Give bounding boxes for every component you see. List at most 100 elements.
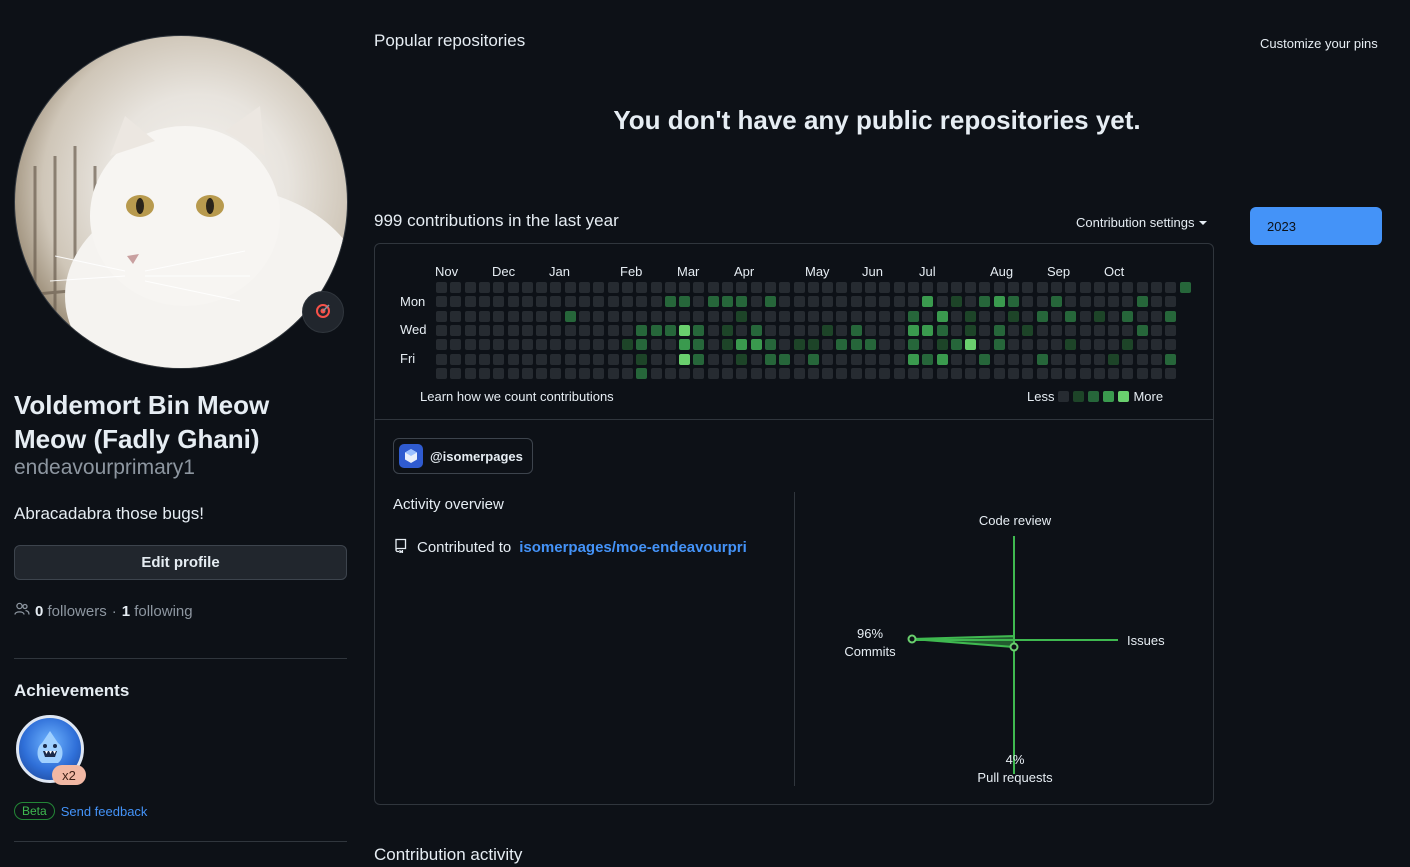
contribution-day-cell[interactable] — [521, 339, 533, 351]
contribution-day-cell[interactable] — [993, 353, 1005, 365]
contribution-day-cell[interactable] — [550, 339, 562, 351]
contribution-day-cell[interactable] — [521, 282, 533, 293]
contribution-day-cell[interactable] — [1108, 296, 1120, 308]
contribution-day-cell[interactable] — [478, 353, 490, 365]
contribution-day-cell[interactable] — [1022, 353, 1034, 365]
contribution-day-cell[interactable] — [621, 282, 633, 293]
contribution-day-cell[interactable] — [636, 324, 648, 336]
contribution-day-cell[interactable] — [793, 353, 805, 365]
contribution-day-cell[interactable] — [722, 367, 733, 379]
contribution-day-cell[interactable] — [593, 324, 605, 336]
contribution-day-cell[interactable] — [1108, 353, 1120, 365]
contribution-day-cell[interactable] — [507, 296, 519, 308]
contribution-day-cell[interactable] — [922, 324, 934, 336]
contribution-day-cell[interactable] — [1022, 282, 1034, 293]
contribution-day-cell[interactable] — [979, 367, 991, 379]
contribution-day-cell[interactable] — [736, 282, 748, 293]
contribution-day-cell[interactable] — [865, 282, 876, 293]
contribution-day-cell[interactable] — [736, 353, 748, 365]
contribution-day-cell[interactable] — [1050, 282, 1062, 293]
contribution-day-cell[interactable] — [436, 339, 447, 351]
contribution-day-cell[interactable] — [593, 296, 605, 308]
contribution-day-cell[interactable] — [979, 324, 991, 336]
contribution-day-cell[interactable] — [1122, 310, 1134, 322]
contribution-day-cell[interactable] — [493, 296, 505, 308]
contribution-day-cell[interactable] — [779, 367, 791, 379]
contribution-day-cell[interactable] — [436, 296, 447, 308]
contribution-day-cell[interactable] — [722, 310, 733, 322]
contribution-day-cell[interactable] — [965, 367, 977, 379]
contribution-day-cell[interactable] — [950, 324, 962, 336]
contribution-day-cell[interactable] — [679, 353, 691, 365]
contribution-day-cell[interactable] — [650, 339, 662, 351]
contribution-day-cell[interactable] — [607, 282, 619, 293]
customize-pins-link[interactable]: Customize your pins — [1260, 36, 1378, 51]
contribution-day-cell[interactable] — [1122, 296, 1134, 308]
contribution-day-cell[interactable] — [436, 353, 447, 365]
contribution-day-cell[interactable] — [450, 324, 462, 336]
contribution-day-cell[interactable] — [650, 353, 662, 365]
contribution-day-cell[interactable] — [779, 282, 791, 293]
contribution-day-cell[interactable] — [607, 296, 619, 308]
contribution-day-cell[interactable] — [993, 296, 1005, 308]
contribution-day-cell[interactable] — [1065, 367, 1077, 379]
contribution-day-cell[interactable] — [1151, 324, 1162, 336]
contribution-day-cell[interactable] — [1165, 339, 1177, 351]
contribution-day-cell[interactable] — [536, 324, 548, 336]
contribution-day-cell[interactable] — [607, 339, 619, 351]
contribution-day-cell[interactable] — [507, 353, 519, 365]
contribution-day-cell[interactable] — [650, 296, 662, 308]
contribution-day-cell[interactable] — [521, 353, 533, 365]
contribution-day-cell[interactable] — [1151, 296, 1162, 308]
contribution-day-cell[interactable] — [664, 296, 676, 308]
contribution-day-cell[interactable] — [1008, 310, 1019, 322]
contribution-day-cell[interactable] — [693, 310, 705, 322]
contribution-day-cell[interactable] — [536, 310, 548, 322]
contribution-day-cell[interactable] — [1136, 310, 1148, 322]
contribution-day-cell[interactable] — [579, 339, 590, 351]
contribution-day-cell[interactable] — [893, 339, 905, 351]
contribution-day-cell[interactable] — [907, 339, 919, 351]
contributed-repo-link[interactable]: isomerpages/moe-endeavourpri — [519, 539, 747, 556]
contribution-day-cell[interactable] — [536, 353, 548, 365]
contribution-day-cell[interactable] — [793, 324, 805, 336]
contribution-day-cell[interactable] — [1022, 324, 1034, 336]
contribution-day-cell[interactable] — [1036, 282, 1048, 293]
contribution-day-cell[interactable] — [779, 296, 791, 308]
contribution-day-cell[interactable] — [521, 324, 533, 336]
contribution-day-cell[interactable] — [450, 353, 462, 365]
contribution-day-cell[interactable] — [507, 282, 519, 293]
contribution-day-cell[interactable] — [1022, 367, 1034, 379]
contribution-day-cell[interactable] — [836, 282, 848, 293]
contribution-day-cell[interactable] — [636, 282, 648, 293]
contribution-day-cell[interactable] — [993, 282, 1005, 293]
contribution-day-cell[interactable] — [507, 324, 519, 336]
contribution-day-cell[interactable] — [650, 282, 662, 293]
contribution-day-cell[interactable] — [893, 310, 905, 322]
contribution-day-cell[interactable] — [579, 324, 590, 336]
contribution-day-cell[interactable] — [879, 282, 891, 293]
contribution-day-cell[interactable] — [879, 367, 891, 379]
contribution-day-cell[interactable] — [936, 310, 948, 322]
contribution-day-cell[interactable] — [950, 296, 962, 308]
contribution-day-cell[interactable] — [1050, 324, 1062, 336]
contribution-day-cell[interactable] — [1008, 282, 1019, 293]
contribution-day-cell[interactable] — [1022, 296, 1034, 308]
contribution-day-cell[interactable] — [478, 282, 490, 293]
contribution-day-cell[interactable] — [450, 310, 462, 322]
contribution-day-cell[interactable] — [550, 310, 562, 322]
contribution-day-cell[interactable] — [893, 296, 905, 308]
contribution-day-cell[interactable] — [1093, 353, 1105, 365]
contribution-day-cell[interactable] — [1065, 339, 1077, 351]
contribution-day-cell[interactable] — [1108, 339, 1120, 351]
contribution-day-cell[interactable] — [1036, 310, 1048, 322]
contribution-day-cell[interactable] — [1165, 324, 1177, 336]
contribution-day-cell[interactable] — [679, 324, 691, 336]
contribution-day-cell[interactable] — [850, 367, 862, 379]
contribution-day-cell[interactable] — [707, 339, 719, 351]
contribution-day-cell[interactable] — [436, 282, 447, 293]
contribution-day-cell[interactable] — [1050, 339, 1062, 351]
contribution-day-cell[interactable] — [693, 353, 705, 365]
contribution-day-cell[interactable] — [1093, 296, 1105, 308]
contribution-day-cell[interactable] — [893, 367, 905, 379]
